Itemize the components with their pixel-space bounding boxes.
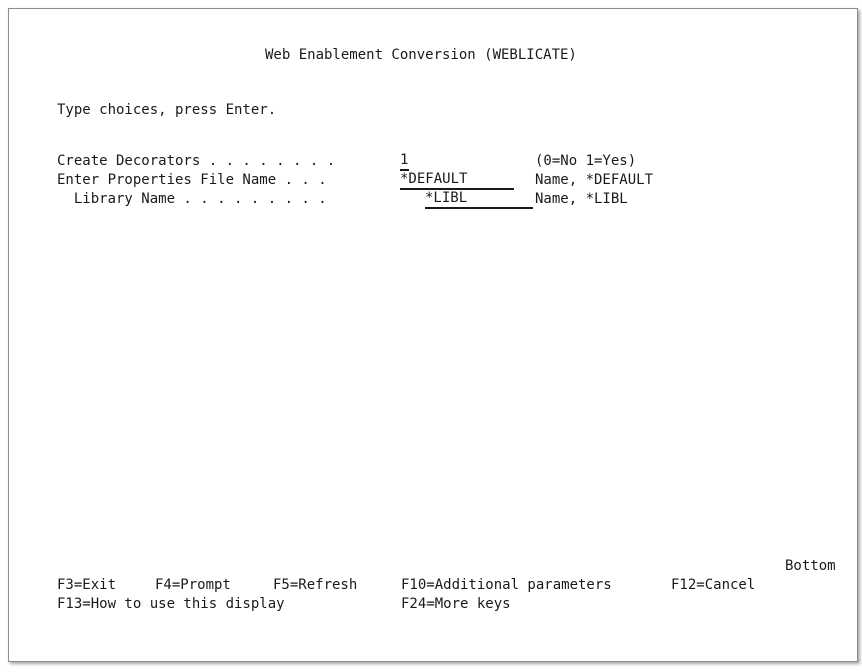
f12-cancel-key[interactable]: F12=Cancel — [671, 577, 755, 594]
library-name-field[interactable] — [425, 190, 533, 209]
instruction-text: Type choices, press Enter. — [57, 102, 277, 118]
create-decorators-label: Create Decorators . . . . . . . . — [57, 153, 336, 169]
f4-prompt-key[interactable]: F4=Prompt — [155, 577, 231, 594]
f5-refresh-key[interactable]: F5=Refresh — [273, 577, 357, 594]
terminal-window: Web Enablement Conversion (WEBLICATE) Ty… — [8, 8, 858, 662]
create-decorators-hint: (0=No 1=Yes) — [535, 153, 637, 169]
bottom-indicator: Bottom — [785, 558, 836, 574]
f24-more-keys-key[interactable]: F24=More keys — [401, 596, 511, 613]
library-name-label: Library Name . . . . . . . . . — [57, 191, 327, 207]
terminal-screen: Web Enablement Conversion (WEBLICATE) Ty… — [9, 9, 857, 661]
properties-file-name-hint: Name, *DEFAULT — [535, 172, 654, 188]
create-decorators-field[interactable] — [400, 152, 409, 171]
properties-file-name-field[interactable] — [400, 171, 514, 190]
f3-exit-key[interactable]: F3=Exit — [57, 577, 116, 594]
f13-help-key[interactable]: F13=How to use this display — [57, 596, 285, 613]
f10-additional-parameters-key[interactable]: F10=Additional parameters — [401, 577, 612, 594]
screen-title: Web Enablement Conversion (WEBLICATE) — [265, 47, 577, 63]
properties-file-name-label: Enter Properties File Name . . . — [57, 172, 327, 188]
library-name-hint: Name, *LIBL — [535, 191, 628, 207]
